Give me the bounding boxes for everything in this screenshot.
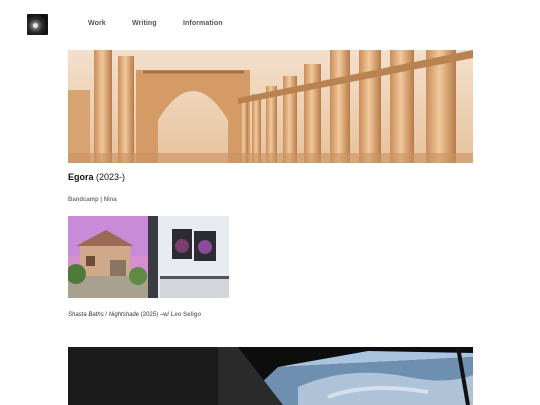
project-title: Egora (2023-) [68,172,125,182]
link-separator: | [100,197,103,203]
sky-window-image [68,347,473,405]
nina-link[interactable]: Nina [104,197,117,203]
colonnade-illustration [68,50,473,163]
nav-information[interactable]: Information [183,20,223,27]
project-caption: Shasta Baths / Nightshade (2025) –w/ Leo… [68,312,201,318]
caption-title-a: Shasta Baths [68,312,104,318]
hero-image[interactable] [68,50,473,163]
collaborator-link[interactable]: Leo Seligo [171,312,201,318]
project-links: Bandcamp | Nina [68,197,117,203]
project-title-year: (2023-) [96,172,126,182]
project-thumbnail[interactable] [68,216,229,298]
next-project-image[interactable] [68,347,473,405]
bandcamp-link[interactable]: Bandcamp [68,197,99,203]
nav-work[interactable]: Work [88,20,106,27]
main-nav: Work Writing Information [88,20,223,27]
caption-slash: / [105,312,108,318]
caption-title-b: Nightshade [108,312,140,318]
house-and-gallery-image [68,216,229,298]
project-title-name: Egora [68,172,94,182]
site-logo[interactable] [27,14,48,35]
caption-year: (2025) –w/ [140,312,170,318]
nav-writing[interactable]: Writing [132,20,157,27]
